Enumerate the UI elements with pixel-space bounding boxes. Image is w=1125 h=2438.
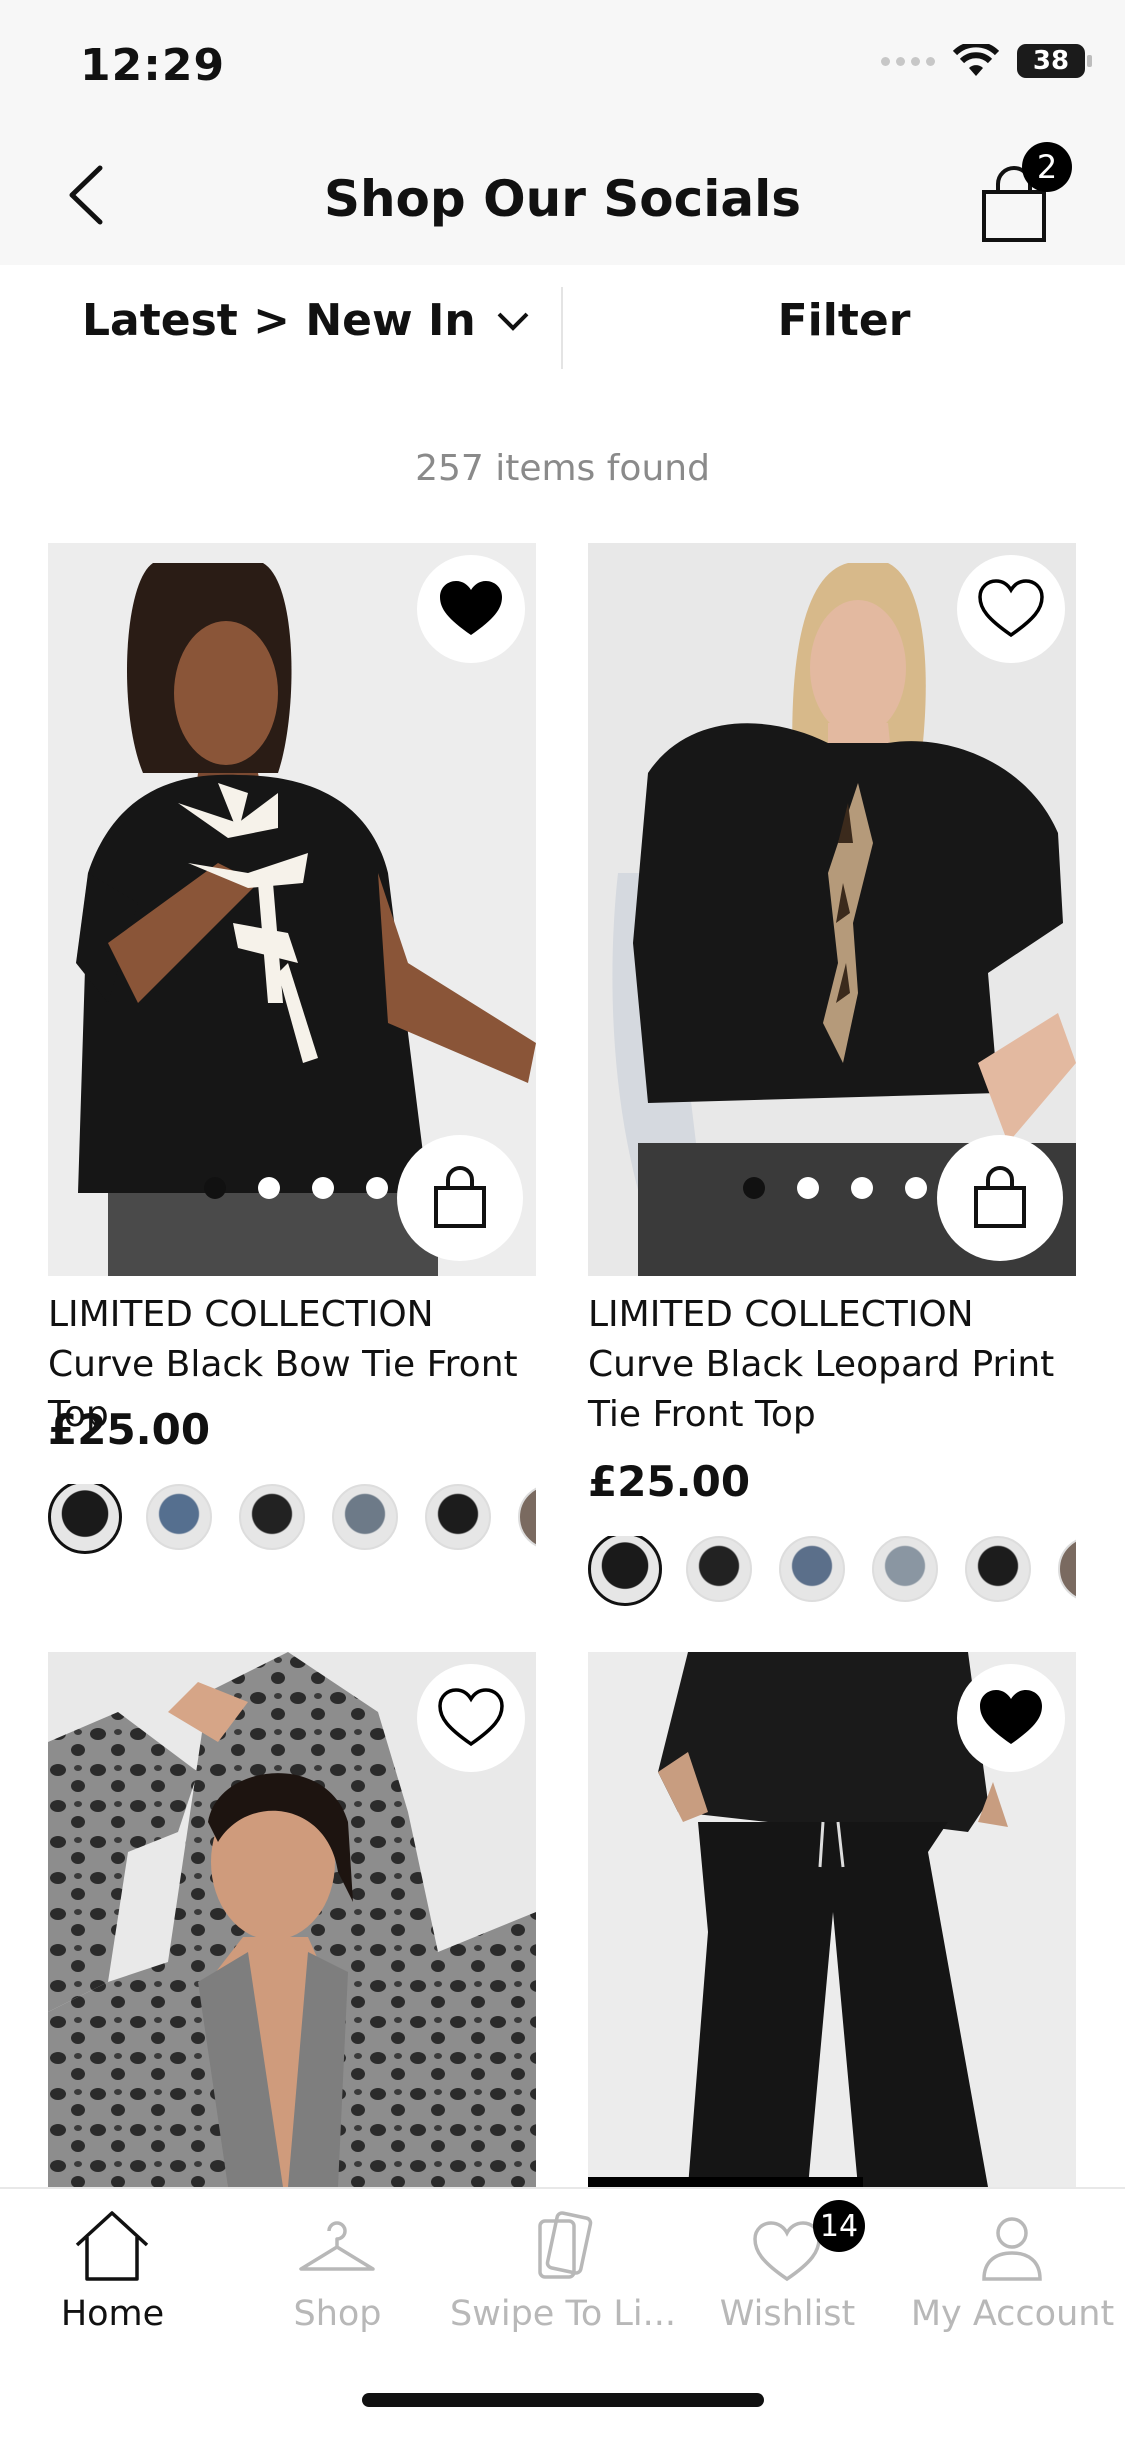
filter-button[interactable]: Filter [563, 295, 1125, 346]
tab-label: Home [60, 2294, 165, 2334]
colour-swatch[interactable] [965, 1536, 1031, 1602]
tab-swipe-to-like[interactable]: Swipe To Li... [450, 2189, 675, 2339]
heart-outline-icon [438, 1688, 504, 1747]
tab-home[interactable]: Home [0, 2189, 225, 2339]
tab-label: Swipe To Li... [450, 2294, 675, 2334]
colour-swatch[interactable] [872, 1536, 938, 1602]
colour-swatch[interactable] [686, 1536, 752, 1602]
tab-shop[interactable]: Shop [225, 2189, 450, 2339]
chevron-down-icon [497, 312, 529, 331]
product-price: £25.00 [48, 1405, 211, 1454]
shopping-bag-icon [434, 1166, 486, 1228]
status-bar: 12:29 38 [0, 0, 1125, 130]
colour-swatch[interactable] [146, 1484, 212, 1550]
colour-swatches [588, 1536, 1076, 1616]
wishlist-count-badge: 14 [813, 2200, 865, 2252]
colour-swatch[interactable] [518, 1484, 536, 1550]
colour-swatches [48, 1484, 536, 1564]
product-price: £25.00 [588, 1457, 751, 1506]
home-indicator[interactable] [362, 2393, 764, 2407]
sort-dropdown[interactable]: Latest > New In [82, 295, 530, 346]
heart-filled-icon [980, 1690, 1042, 1744]
tab-label: Shop [293, 2294, 382, 2334]
navigation-bar: Shop Our Socials [0, 130, 1125, 265]
tab-label: Wishlist [719, 2294, 856, 2334]
sort-label: Latest > New In [82, 295, 476, 346]
status-time: 12:29 [80, 40, 226, 91]
tab-label: My Account [910, 2294, 1115, 2334]
page-title: Shop Our Socials [323, 170, 802, 228]
items-found-count: 257 items found [415, 448, 710, 489]
colour-swatch[interactable] [239, 1484, 305, 1550]
image-pagination-dots [743, 1177, 927, 1199]
add-to-bag-button[interactable] [937, 1135, 1063, 1261]
cart-count-badge: 2 [1022, 142, 1072, 192]
colour-swatch[interactable] [332, 1484, 398, 1550]
colour-swatch[interactable] [588, 1536, 662, 1606]
colour-swatch[interactable] [1058, 1536, 1076, 1602]
colour-swatch[interactable] [779, 1536, 845, 1602]
colour-swatch[interactable] [48, 1484, 122, 1554]
battery-icon: 38 [1017, 44, 1092, 78]
tab-wishlist[interactable]: Wishlist [675, 2189, 900, 2339]
wishlist-heart-button[interactable] [417, 555, 525, 663]
account-icon [982, 2217, 1042, 2281]
cellular-signal-icon [881, 56, 935, 66]
wishlist-heart-button[interactable] [957, 555, 1065, 663]
heart-outline-icon [978, 579, 1044, 638]
heart-filled-icon [440, 581, 502, 635]
image-pagination-dots [204, 1177, 388, 1199]
wishlist-heart-button[interactable] [417, 1664, 525, 1772]
product-title[interactable]: LIMITED COLLECTION Curve Black Leopard P… [588, 1290, 1068, 1440]
swipe-cards-icon [538, 2211, 593, 2279]
tab-my-account[interactable]: My Account [900, 2189, 1125, 2339]
sort-filter-bar: Latest > New In Filter [0, 265, 1125, 395]
battery-level: 38 [1032, 46, 1070, 76]
hanger-icon [299, 2221, 375, 2271]
add-to-bag-button[interactable] [397, 1135, 523, 1261]
colour-swatch[interactable] [425, 1484, 491, 1550]
shopping-bag-icon [974, 1166, 1026, 1228]
wishlist-heart-button[interactable] [957, 1664, 1065, 1772]
status-icons: 38 [881, 44, 1092, 78]
home-icon [75, 2211, 149, 2281]
wifi-icon [953, 44, 999, 76]
